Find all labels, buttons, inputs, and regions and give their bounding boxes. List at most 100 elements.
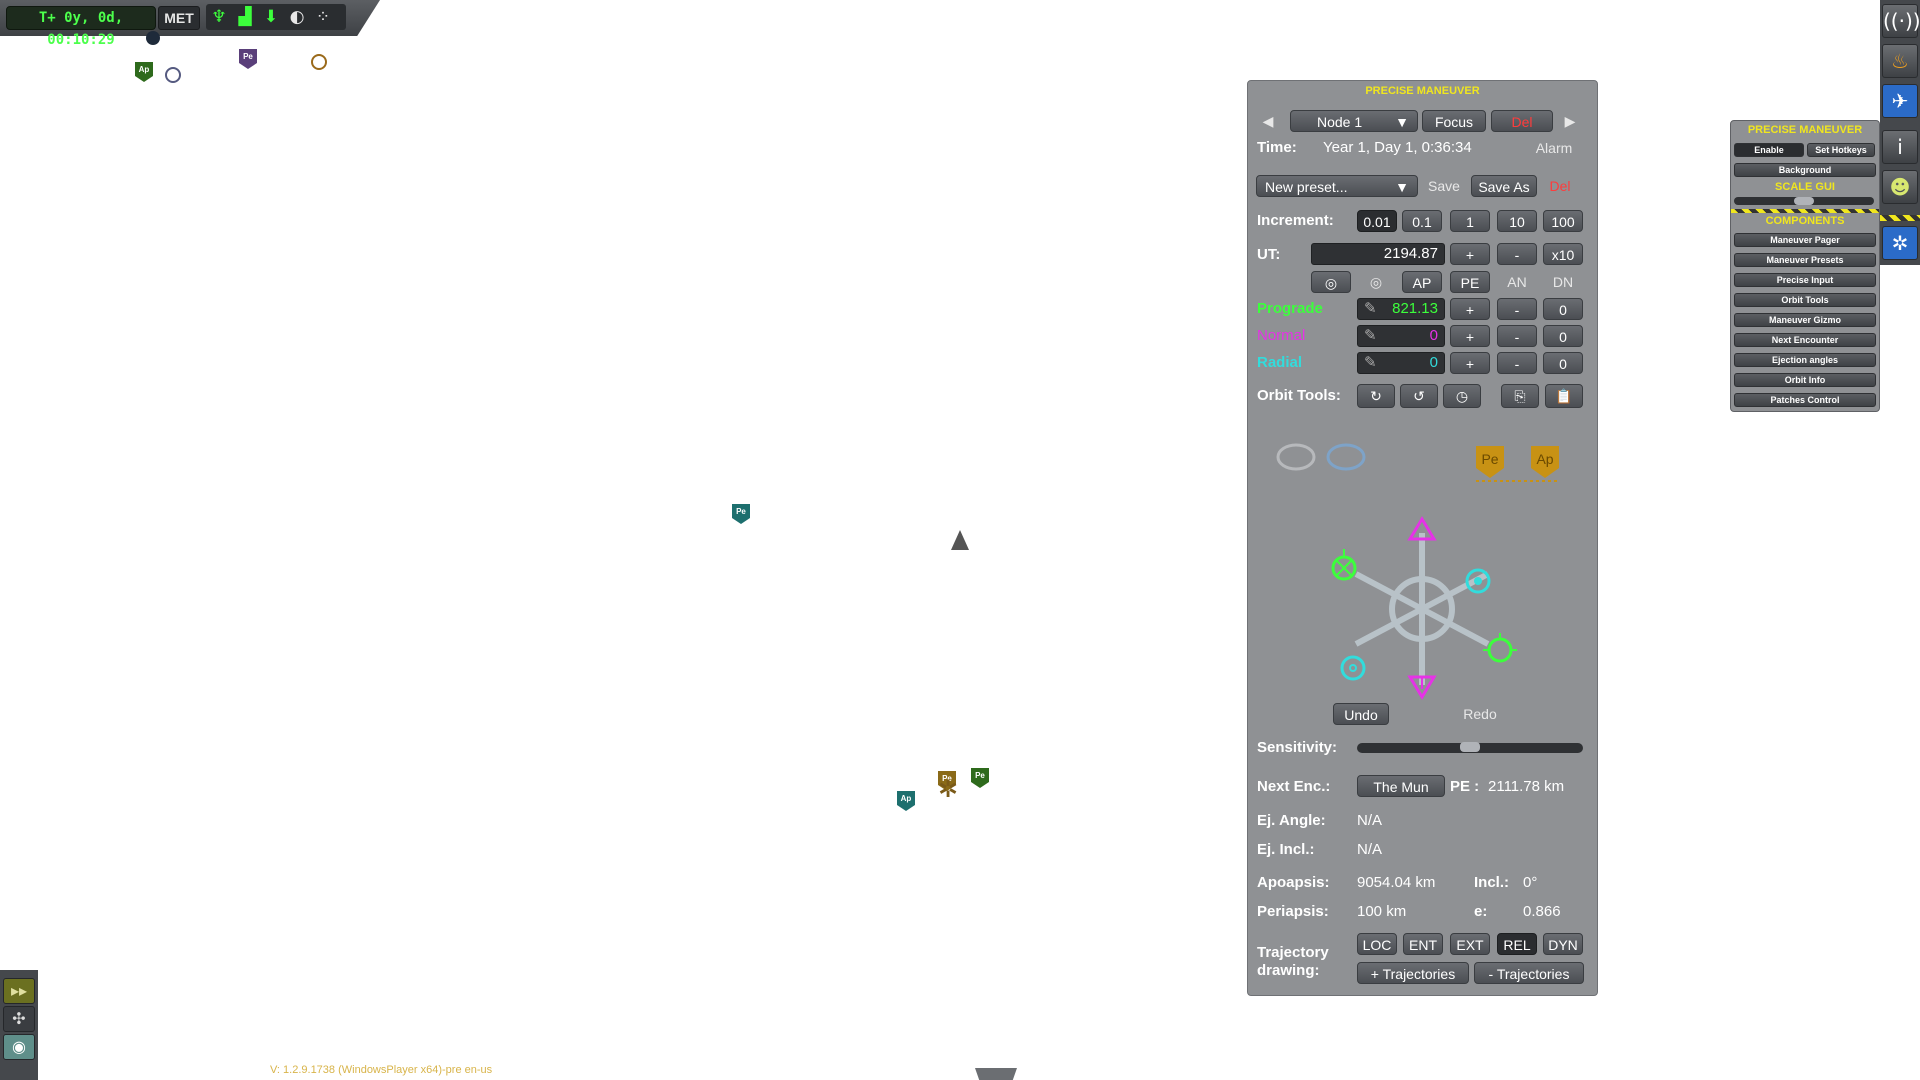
- scale-gui-slider[interactable]: [1734, 197, 1874, 205]
- prograde-zero-button[interactable]: 0: [1543, 298, 1583, 320]
- an-button[interactable]: AN: [1497, 271, 1537, 293]
- remove-trajectories-button[interactable]: - Trajectories: [1474, 962, 1584, 984]
- component-patches-control[interactable]: Patches Control: [1734, 393, 1876, 407]
- radial-plus-button[interactable]: +: [1450, 352, 1490, 374]
- map-view-icon[interactable]: ◉: [3, 1034, 35, 1060]
- undo-button[interactable]: Undo: [1333, 703, 1389, 725]
- maneuver-gizmo-icon[interactable]: ✲: [1882, 226, 1918, 260]
- sensitivity-thumb[interactable]: [1460, 742, 1480, 752]
- retrograde-handle-icon[interactable]: [1331, 549, 1357, 581]
- alarm-button[interactable]: Alarm: [1526, 137, 1582, 159]
- add-trajectories-button[interactable]: + Trajectories: [1357, 962, 1469, 984]
- periapsis-marker[interactable]: Pe: [732, 504, 750, 524]
- apoapsis-value: 9054.04 km: [1357, 874, 1436, 891]
- radial-in-handle-icon[interactable]: [1340, 655, 1366, 681]
- traj-ext-button[interactable]: EXT: [1450, 933, 1490, 955]
- prograde-handle-icon[interactable]: [1483, 633, 1517, 663]
- flight-mode-icon[interactable]: ▸▸: [3, 978, 35, 1004]
- next-orbit-icon[interactable]: ◎: [1359, 271, 1393, 293]
- increment-01-button[interactable]: 0.1: [1402, 210, 1442, 232]
- ap-button[interactable]: AP: [1402, 271, 1442, 293]
- redo-orbit-icon[interactable]: [1326, 443, 1366, 471]
- vessel-icon[interactable]: [951, 530, 969, 550]
- prev-node-button[interactable]: ◀: [1256, 110, 1280, 132]
- focus-button[interactable]: Focus: [1422, 110, 1486, 132]
- gizmo-ap-marker[interactable]: Ap: [1531, 446, 1559, 478]
- component-orbit-tools[interactable]: Orbit Tools: [1734, 293, 1876, 307]
- increment-1-button[interactable]: 1: [1450, 210, 1490, 232]
- orbit-period-icon[interactable]: ◷: [1443, 384, 1481, 408]
- radial-zero-button[interactable]: 0: [1543, 352, 1583, 374]
- component-orbit-info[interactable]: Orbit Info: [1734, 373, 1876, 387]
- save-as-preset-button[interactable]: Save As: [1471, 175, 1537, 197]
- dn-button[interactable]: DN: [1543, 271, 1583, 293]
- increment-001-button[interactable]: 0.01: [1357, 210, 1397, 232]
- component-maneuver-presets[interactable]: Maneuver Presets: [1734, 253, 1876, 267]
- fuel-icon[interactable]: ♨: [1882, 44, 1918, 78]
- background-button[interactable]: Background: [1734, 163, 1876, 177]
- prev-orbit-icon[interactable]: ◎: [1311, 271, 1351, 293]
- delete-node-button[interactable]: Del: [1491, 110, 1553, 132]
- normal-field[interactable]: ✎ 0: [1357, 325, 1445, 347]
- scale-gui-thumb[interactable]: [1794, 197, 1814, 205]
- met-mode-button[interactable]: MET: [158, 6, 200, 30]
- prograde-field[interactable]: ✎ 821.13: [1357, 298, 1445, 320]
- radial-field[interactable]: ✎ 0: [1357, 352, 1445, 374]
- increment-100-button[interactable]: 100: [1543, 210, 1583, 232]
- apoapsis-marker[interactable]: Ap: [897, 791, 915, 811]
- node-select[interactable]: Node 1 ▼: [1290, 110, 1418, 132]
- comm-signal-icon[interactable]: ((·)): [1882, 4, 1920, 38]
- info-icon[interactable]: i: [1882, 130, 1918, 164]
- antinormal-handle-icon[interactable]: [1407, 675, 1437, 700]
- sensitivity-slider[interactable]: [1357, 742, 1583, 753]
- copy-orbit-icon[interactable]: ↺: [1400, 384, 1438, 408]
- traj-loc-button[interactable]: LOC: [1357, 933, 1397, 955]
- normal-plus-button[interactable]: +: [1450, 325, 1490, 347]
- maneuver-gizmo[interactable]: Pe Ap: [1248, 431, 1597, 781]
- periapsis-marker[interactable]: Pe: [971, 768, 989, 788]
- bottom-drawer-tab[interactable]: [975, 1068, 1017, 1080]
- component-maneuver-gizmo[interactable]: Maneuver Gizmo: [1734, 313, 1876, 327]
- undo-orbit-icon[interactable]: [1276, 443, 1316, 471]
- pe-button[interactable]: PE: [1450, 271, 1490, 293]
- component-ejection-angles[interactable]: Ejection angles: [1734, 353, 1876, 367]
- periapsis-marker[interactable]: Pe: [239, 49, 257, 69]
- redo-button[interactable]: Redo: [1453, 703, 1507, 725]
- science-icon[interactable]: ✣: [3, 1006, 35, 1032]
- ut-x10-button[interactable]: x10: [1543, 243, 1583, 265]
- orbit-marker-icon[interactable]: [165, 67, 181, 83]
- apoapsis-marker[interactable]: Ap: [135, 62, 153, 82]
- next-node-button[interactable]: ▶: [1558, 110, 1582, 132]
- normal-minus-button[interactable]: -: [1497, 325, 1537, 347]
- precise-maneuver-icon[interactable]: ✈: [1882, 84, 1918, 118]
- kerbal-icon[interactable]: ☻: [1882, 170, 1918, 204]
- traj-ent-button[interactable]: ENT: [1403, 933, 1443, 955]
- ut-plus-button[interactable]: +: [1450, 243, 1490, 265]
- paste-icon[interactable]: 📋: [1545, 384, 1583, 408]
- traj-rel-button[interactable]: REL: [1497, 933, 1537, 955]
- component-precise-input[interactable]: Precise Input: [1734, 273, 1876, 287]
- next-enc-body-button[interactable]: The Mun: [1357, 775, 1445, 797]
- component-next-encounter[interactable]: Next Encounter: [1734, 333, 1876, 347]
- radial-value: 0: [1429, 354, 1438, 371]
- encounter-marker-icon[interactable]: [311, 54, 327, 70]
- preset-select[interactable]: New preset... ▼: [1256, 175, 1418, 197]
- maneuver-node-icon[interactable]: ✲: [935, 776, 961, 802]
- increment-10-button[interactable]: 10: [1497, 210, 1537, 232]
- gizmo-pe-marker[interactable]: Pe: [1476, 446, 1504, 478]
- radial-minus-button[interactable]: -: [1497, 352, 1537, 374]
- set-hotkeys-button[interactable]: Set Hotkeys: [1807, 143, 1875, 157]
- component-maneuver-pager[interactable]: Maneuver Pager: [1734, 233, 1876, 247]
- ut-field[interactable]: 2194.87: [1311, 243, 1445, 265]
- celestial-body-dot[interactable]: [146, 31, 160, 45]
- ut-minus-button[interactable]: -: [1497, 243, 1537, 265]
- normal-zero-button[interactable]: 0: [1543, 325, 1583, 347]
- copy-icon[interactable]: ⎘: [1501, 384, 1539, 408]
- enable-button[interactable]: Enable: [1734, 143, 1804, 157]
- prograde-plus-button[interactable]: +: [1450, 298, 1490, 320]
- prograde-minus-button[interactable]: -: [1497, 298, 1537, 320]
- save-preset-button[interactable]: Save: [1422, 175, 1466, 197]
- circularize-icon[interactable]: ↻: [1357, 384, 1395, 408]
- traj-dyn-button[interactable]: DYN: [1543, 933, 1583, 955]
- delete-preset-button[interactable]: Del: [1540, 175, 1580, 197]
